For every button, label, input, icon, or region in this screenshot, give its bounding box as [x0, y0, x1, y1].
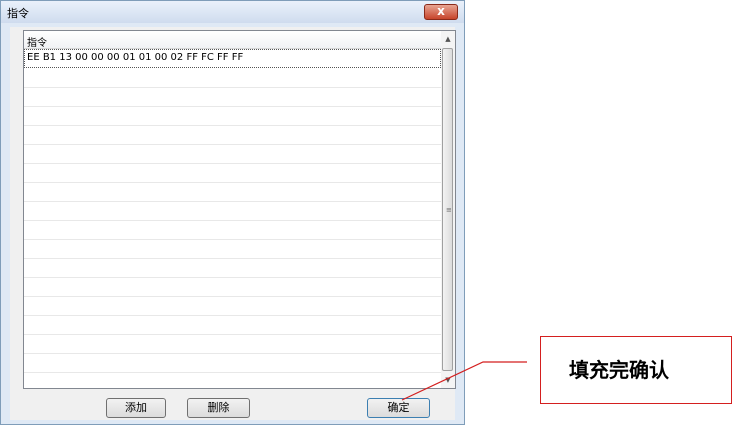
- annotation-text: 填充完确认: [569, 358, 669, 382]
- annotation-callout: 填充完确认: [540, 336, 732, 404]
